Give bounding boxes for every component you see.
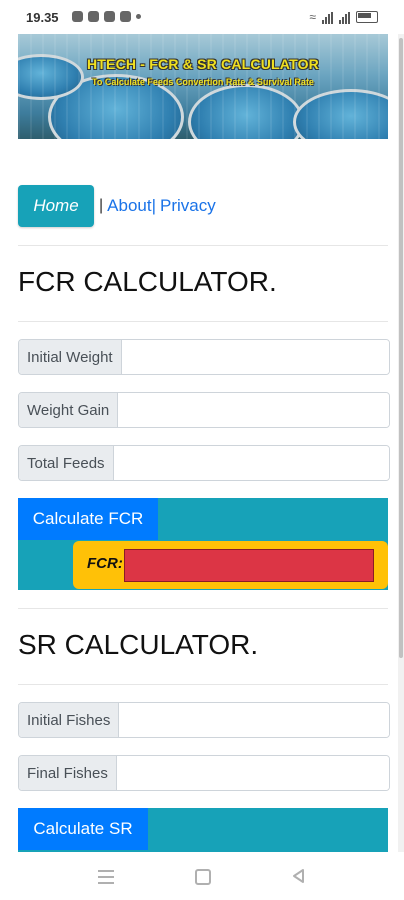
divider [18, 245, 388, 246]
weight-gain-input[interactable] [118, 393, 389, 427]
calculate-sr-button[interactable]: Calculate SR [18, 808, 148, 850]
fcr-result-label: FCR: [87, 555, 123, 572]
system-icons: ≈ [309, 10, 378, 24]
initial-fishes-label: Initial Fishes [19, 703, 120, 737]
whatsapp-icon [104, 11, 115, 22]
status-time: 19.35 [26, 10, 59, 25]
calculate-fcr-button[interactable]: Calculate FCR [18, 498, 158, 540]
fcr-result-value [124, 549, 374, 582]
signal-icon-2 [339, 12, 350, 24]
fcr-result-panel: Calculate FCR FCR: [18, 498, 388, 590]
home-icon[interactable] [195, 869, 211, 885]
sr-heading: SR CALCULATOR. [18, 629, 259, 660]
divider [18, 608, 388, 609]
messenger-icon [88, 11, 99, 22]
total-feeds-group: Total Feeds [18, 445, 390, 481]
header-banner: HTECH - FCR & SR CALCULATOR To Calculate… [18, 34, 388, 139]
status-bar: 19.35 ≈ [0, 0, 404, 34]
divider [18, 684, 388, 685]
initial-fishes-input[interactable] [119, 703, 389, 737]
about-link[interactable]: About| [107, 196, 156, 216]
fcr-result-box: FCR: [73, 541, 388, 589]
total-feeds-label: Total Feeds [19, 446, 114, 480]
initial-weight-group: Initial Weight [18, 339, 390, 375]
page-scrollbar[interactable] [398, 34, 404, 854]
home-button[interactable]: Home [18, 185, 94, 227]
banner-subtitle: To Calculate Feeds Convertion Rate & Sur… [92, 77, 314, 87]
final-fishes-label: Final Fishes [19, 756, 117, 790]
battery-icon [356, 11, 378, 23]
weight-gain-group: Weight Gain [18, 392, 390, 428]
sr-result-panel: Calculate SR [18, 808, 388, 852]
more-notifications-icon [136, 14, 141, 19]
weight-gain-label: Weight Gain [19, 393, 119, 427]
initial-fishes-group: Initial Fishes [18, 702, 390, 738]
signal-icon [322, 12, 333, 24]
total-feeds-input[interactable] [113, 446, 389, 480]
recent-apps-icon[interactable] [98, 870, 114, 888]
back-icon[interactable] [291, 868, 305, 889]
scrollbar-thumb[interactable] [399, 38, 403, 658]
app-icon [120, 11, 131, 22]
notification-icons [72, 11, 141, 22]
fcr-heading: FCR CALCULATOR. [18, 266, 277, 297]
instagram-icon [72, 11, 83, 22]
final-fishes-input[interactable] [116, 756, 389, 790]
nav-separator: | [99, 197, 104, 214]
wifi-icon: ≈ [309, 10, 316, 24]
initial-weight-input[interactable] [121, 340, 389, 374]
initial-weight-label: Initial Weight [19, 340, 122, 374]
system-nav-bar [0, 852, 404, 900]
divider [18, 321, 388, 322]
privacy-link[interactable]: Privacy [160, 196, 216, 216]
top-nav: Home | About| Privacy [18, 185, 216, 227]
banner-title: HTECH - FCR & SR CALCULATOR [87, 56, 319, 72]
final-fishes-group: Final Fishes [18, 755, 390, 791]
